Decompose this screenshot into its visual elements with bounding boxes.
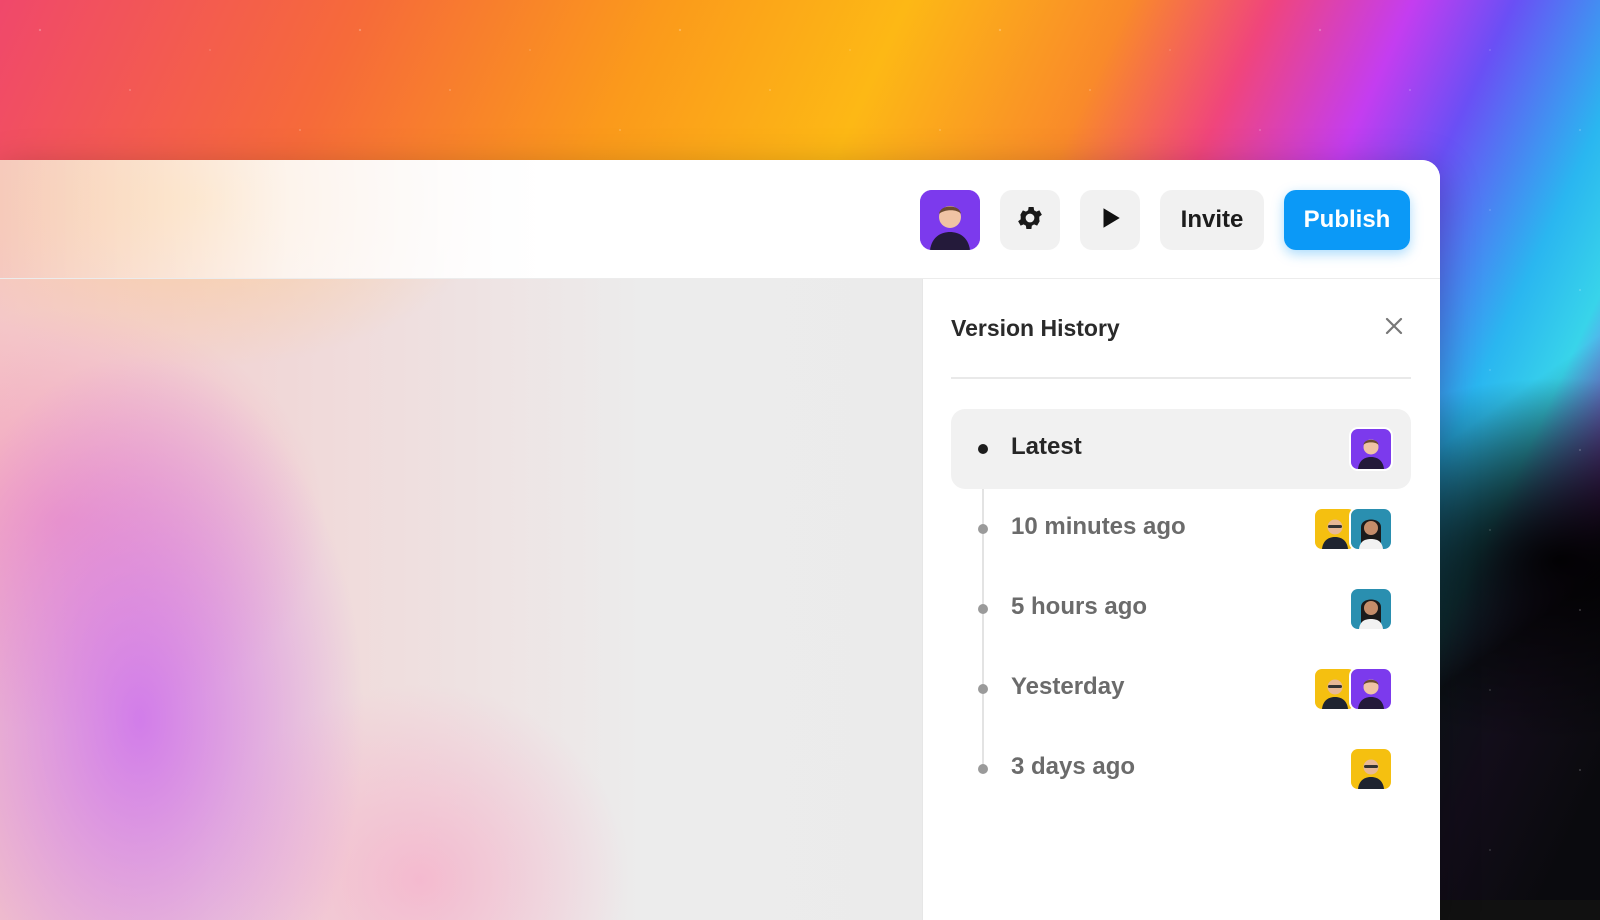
version-avatars — [1315, 509, 1391, 549]
version-label: 10 minutes ago — [1011, 513, 1186, 540]
version-item-yesterday[interactable]: Yesterday — [951, 649, 1411, 729]
version-label: Yesterday — [1011, 673, 1125, 700]
timeline-dot — [978, 604, 988, 614]
version-history-panel: Version History Latest 10 minutes ago 5 … — [922, 279, 1440, 920]
version-label: 5 hours ago — [1011, 593, 1148, 620]
play-button[interactable] — [1080, 190, 1140, 250]
user-avatar-icon — [920, 190, 980, 250]
version-item-10-minutes-ago[interactable]: 10 minutes ago — [951, 489, 1411, 569]
panel-title: Version History — [951, 315, 1120, 341]
user-avatar-icon — [1351, 429, 1391, 469]
user-avatar-icon — [1315, 509, 1355, 549]
version-avatars — [1351, 589, 1391, 629]
publish-button[interactable]: Publish — [1284, 190, 1410, 250]
user-avatar-icon — [1351, 749, 1391, 789]
user-avatar-icon — [1351, 589, 1391, 629]
timeline-dot — [978, 764, 988, 774]
close-icon — [1384, 316, 1404, 341]
top-toolbar: Invite Publish — [0, 160, 1440, 279]
version-item-5-hours-ago[interactable]: 5 hours ago — [951, 569, 1411, 649]
version-avatars — [1351, 429, 1391, 469]
timeline-dot — [978, 684, 988, 694]
settings-button[interactable] — [1000, 190, 1060, 250]
timeline-dot — [978, 524, 988, 534]
invite-button[interactable]: Invite — [1160, 190, 1264, 250]
gear-icon — [1015, 203, 1045, 238]
user-avatar-icon — [1351, 509, 1391, 549]
user-avatar-icon — [1351, 669, 1391, 709]
panel-divider — [951, 377, 1411, 379]
version-label: 3 days ago — [1011, 753, 1136, 780]
version-avatars — [1351, 749, 1391, 789]
version-avatars — [1315, 669, 1391, 709]
user-avatar-button[interactable] — [920, 190, 980, 250]
version-list: Latest 10 minutes ago 5 hours ago Yester… — [951, 409, 1411, 809]
play-icon — [1097, 205, 1123, 236]
timeline-dot — [978, 444, 988, 454]
version-item-latest[interactable]: Latest — [951, 409, 1411, 489]
close-panel-button[interactable] — [1379, 313, 1409, 343]
version-item-3-days-ago[interactable]: 3 days ago — [951, 729, 1411, 809]
version-label: Latest — [1011, 433, 1082, 460]
user-avatar-icon — [1315, 669, 1355, 709]
app-window: Invite Publish Version History Latest 10… — [0, 160, 1440, 920]
